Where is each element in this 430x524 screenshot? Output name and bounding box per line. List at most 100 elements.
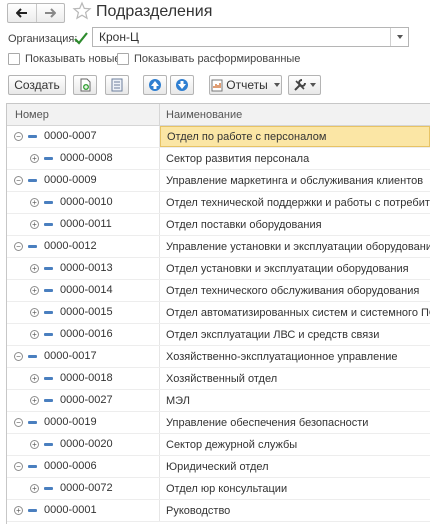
department-name: Отдел по работе с персоналом [160,126,430,147]
table-row[interactable]: +0000-0008 Сектор развития персонала [7,148,430,170]
cell-number: +0000-0027 [7,390,160,411]
expand-icon[interactable]: + [30,154,39,163]
reports-button-label: Отчеты [226,78,268,92]
organization-dropdown-button[interactable] [390,28,408,46]
folder-icon [44,157,53,160]
expand-icon[interactable]: + [30,198,39,207]
move-up-button[interactable] [143,75,167,95]
department-name: Хозяйственный отдел [166,372,278,385]
folder-icon [28,465,37,468]
folder-icon [44,289,53,292]
table-row[interactable]: +0000-0001 Руководство [7,500,430,522]
department-name: Отдел эксплуатации ЛВС и средств связи [166,328,380,341]
folder-icon [44,201,53,204]
department-code: 0000-0016 [60,328,113,340]
show-disbanded-label: Показывать расформированные [134,53,301,65]
table-row[interactable]: +0000-0020 Сектор дежурной службы [7,434,430,456]
folder-icon [44,267,53,270]
column-header-number[interactable]: Номер [7,104,160,125]
expand-icon[interactable]: + [14,506,23,515]
collapse-icon[interactable]: − [14,242,23,251]
cell-number: +0000-0011 [7,214,160,235]
list-button[interactable] [105,75,129,95]
table-row[interactable]: +0000-0072 Отдел юр консультации [7,478,430,500]
favorite-star-icon[interactable] [72,1,92,23]
collapse-icon[interactable]: − [14,418,23,427]
checkbox-box[interactable] [8,53,20,65]
cell-number: +0000-0001 [7,500,160,521]
expand-icon[interactable]: + [30,330,39,339]
department-name: Руководство [166,504,231,517]
title-bar: Подразделения [0,0,430,26]
organization-field[interactable] [92,27,409,47]
department-code: 0000-0010 [60,196,113,208]
department-code: 0000-0001 [44,504,97,516]
create-group-button[interactable] [73,75,97,95]
collapse-icon[interactable]: − [14,462,23,471]
department-name: Отдел автоматизированных систем и систем… [166,306,430,319]
table-row[interactable]: +0000-0015 Отдел автоматизированных систе… [7,302,430,324]
reports-button[interactable]: Отчеты [209,75,282,95]
table-row[interactable]: +0000-0027 МЭЛ [7,390,430,412]
expand-icon[interactable]: + [30,286,39,295]
table-row[interactable]: +0000-0013 Отдел установки и эксплуатации… [7,258,430,280]
forward-button[interactable] [35,4,64,22]
folder-icon [44,377,53,380]
collapse-icon[interactable]: − [14,352,23,361]
organization-input[interactable] [93,28,383,46]
department-name: Отдел технической поддержки и работы с п… [166,196,430,209]
folder-icon [44,311,53,314]
department-name: Хозяйственно-эксплуатационное управление [166,350,398,363]
cell-number: +0000-0010 [7,192,160,213]
show-new-checkbox[interactable]: Показывать новые [8,53,121,65]
move-down-button[interactable] [170,75,194,95]
cell-number: − 0000-0006 [7,456,160,477]
table-row[interactable]: +0000-0016 Отдел эксплуатации ЛВС и средс… [7,324,430,346]
cell-number: − 0000-0019 [7,412,160,433]
expand-icon[interactable]: + [30,396,39,405]
department-name: Управление маркетинга и обслуживания кли… [166,174,424,187]
department-code: 0000-0009 [44,174,97,186]
checkbox-box[interactable] [117,53,129,65]
arrow-right-icon [45,8,57,18]
department-code: 0000-0006 [44,460,97,472]
more-actions-button[interactable] [288,75,321,95]
add-document-icon [80,78,91,92]
cell-number: − 0000-0007 [7,126,160,147]
cell-number: +0000-0020 [7,434,160,455]
organization-checkbox[interactable] [73,31,89,47]
table-row[interactable]: +0000-0014 Отдел технического обслуживани… [7,280,430,302]
checkmark-icon [74,32,88,45]
department-name: Отдел технического обслуживания оборудов… [166,284,420,297]
table-row[interactable]: − 0000-0009 Управление маркетинга и обслуж… [7,170,430,192]
table-row[interactable]: +0000-0011 Отдел поставки оборудования [7,214,430,236]
department-name: МЭЛ [166,394,190,407]
expand-icon[interactable]: + [30,220,39,229]
department-code: 0000-0072 [60,482,113,494]
table-row[interactable]: − 0000-0019 Управление обеспечения безопас… [7,412,430,434]
show-disbanded-checkbox[interactable]: Показывать расформированные [117,53,300,65]
expand-icon[interactable]: + [30,374,39,383]
table-row[interactable]: +0000-0010 Отдел технической поддержки и … [7,192,430,214]
expand-icon[interactable]: + [30,264,39,273]
collapse-icon[interactable]: − [14,176,23,185]
table-row[interactable]: +0000-0018 Хозяйственный отдел [7,368,430,390]
cell-number: +0000-0018 [7,368,160,389]
department-name: Сектор дежурной службы [166,438,298,451]
table-row[interactable]: − 0000-0012 Управление установки и эксплуа… [7,236,430,258]
department-name: Управление установки и эксплуатации обор… [166,240,430,253]
table-row[interactable]: − 0000-0007 Отдел по работе с персоналом [7,126,430,148]
department-name: Управление обеспечения безопасности [166,416,369,429]
expand-icon[interactable]: + [30,440,39,449]
table-row[interactable]: − 0000-0006 Юридический отдел [7,456,430,478]
cell-number: +0000-0016 [7,324,160,345]
expand-icon[interactable]: + [30,484,39,493]
collapse-icon[interactable]: − [14,132,23,141]
cell-number: +0000-0072 [7,478,160,499]
column-header-name[interactable]: Наименование [160,104,430,125]
table-row[interactable]: − 0000-0017 Хозяйственно-эксплуатационное … [7,346,430,368]
folder-icon [28,421,37,424]
create-button[interactable]: Создать [8,75,66,95]
expand-icon[interactable]: + [30,308,39,317]
back-button[interactable] [8,4,36,22]
